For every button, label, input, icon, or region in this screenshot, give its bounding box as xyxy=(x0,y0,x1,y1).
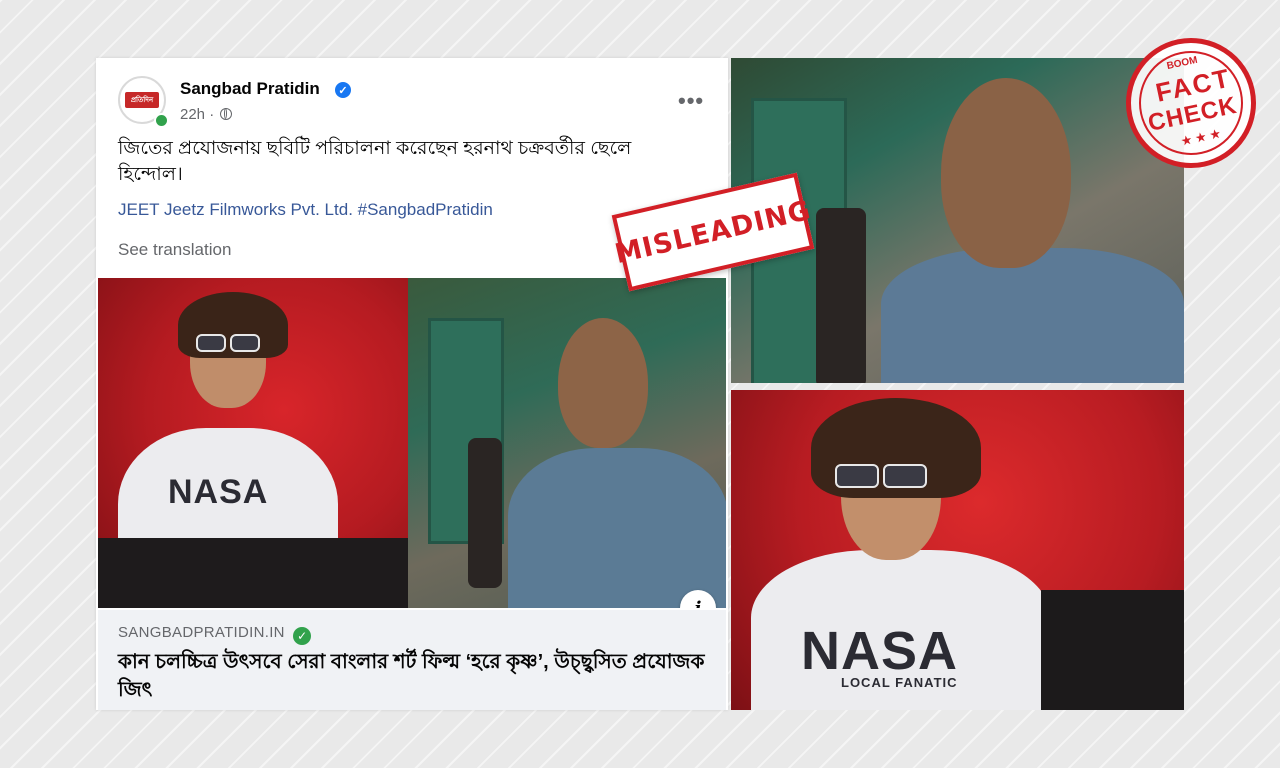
dark-sleeve xyxy=(1041,590,1184,710)
old-man-photo xyxy=(408,278,726,608)
link-domain-text: SANGBADPRATIDIN.IN xyxy=(118,624,285,641)
umbrella xyxy=(468,438,502,588)
sunglasses-right xyxy=(883,464,927,488)
post-image[interactable]: NASA i xyxy=(98,278,726,608)
post-text: জিতের প্রযোজনায় ছবিটি পরিচালনা করেছেন হ… xyxy=(118,138,632,185)
post-meta: 22h · xyxy=(180,106,233,123)
post-time[interactable]: 22h · xyxy=(180,106,214,123)
old-man-head xyxy=(558,318,648,448)
link-preview[interactable]: SANGBADPRATIDIN.IN ✓ কান চলচ্চিত্র উৎসবে… xyxy=(98,610,726,710)
nasa-print: NASA xyxy=(168,473,269,511)
globe-icon xyxy=(220,108,233,120)
link-domain: SANGBADPRATIDIN.IN ✓ xyxy=(118,624,312,645)
actor-closeup-photo: NASA LOCAL FANATIC xyxy=(731,390,1184,710)
verified-badge-icon: ✓ xyxy=(335,82,351,98)
see-translation-link[interactable]: See translation xyxy=(118,240,231,260)
avatar-logo: প্রতিদিন xyxy=(125,92,159,108)
nasa-print: NASA xyxy=(801,621,959,681)
dark-pants xyxy=(98,538,408,608)
link-title[interactable]: কান চলচ্চিত্র উৎসবে সেরা বাংলার শর্ট ফিল… xyxy=(118,648,708,704)
page-name-link[interactable]: Sangbad Pratidin xyxy=(180,79,320,99)
old-man-head xyxy=(941,78,1071,268)
blue-shirt xyxy=(508,448,726,608)
actor-photo: NASA xyxy=(98,278,408,608)
umbrella xyxy=(816,208,866,383)
sunglasses-left xyxy=(835,464,879,488)
post-hashtags[interactable]: JEET Jeetz Filmworks Pvt. Ltd. #SangbadP… xyxy=(118,200,493,220)
post-header: প্রতিদিন Sangbad Pratidin ✓ 22h · ••• xyxy=(96,58,728,128)
more-options-icon[interactable]: ••• xyxy=(678,88,704,114)
facebook-post-card: প্রতিদিন Sangbad Pratidin ✓ 22h · ••• জি… xyxy=(96,58,728,710)
online-status-dot xyxy=(154,113,169,128)
local-fanatic-print: LOCAL FANATIC xyxy=(841,675,958,690)
sunglasses-right xyxy=(230,334,260,352)
domain-verified-check-icon: ✓ xyxy=(293,627,312,645)
blue-shirt xyxy=(881,248,1184,383)
sunglasses-left xyxy=(196,334,226,352)
